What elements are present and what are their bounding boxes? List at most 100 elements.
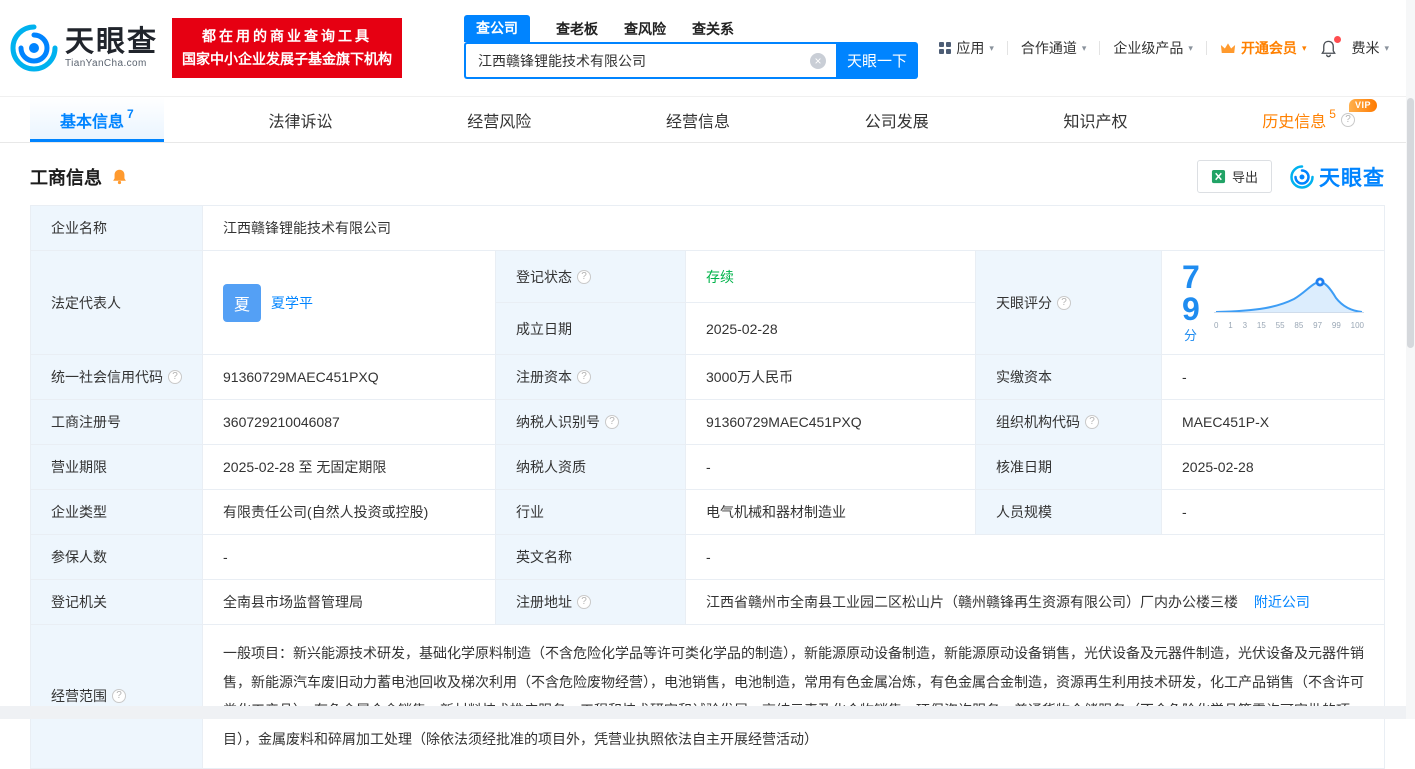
score-value: 79	[1182, 259, 1200, 327]
scrollbar[interactable]	[1406, 0, 1415, 719]
taxpayer-id-label-text: 纳税人识别号	[516, 414, 600, 430]
tab-company-development[interactable]: 公司发展	[835, 97, 959, 142]
tab-operating-info-label: 经营信息	[665, 113, 730, 131]
field-label-taxpayer-id: 纳税人识别号 ?	[495, 399, 686, 445]
table-row: 企业名称 江西赣锋锂能技术有限公司	[30, 205, 1385, 251]
org-code-label-text: 组织机构代码	[996, 414, 1080, 430]
help-icon[interactable]: ?	[577, 595, 591, 609]
nav-enterprise-label: 企业级产品	[1113, 40, 1184, 56]
field-label-company-name: 企业名称	[30, 205, 203, 251]
field-value-taxpayer-quality: -	[685, 444, 976, 490]
nav-open-vip[interactable]: 开通会员 ▾	[1220, 38, 1307, 58]
search-input-box[interactable]: ×	[464, 42, 837, 79]
chevron-down-icon: ▾	[1301, 42, 1307, 53]
promo-line-2: 国家中小企业发展子基金旗下机构	[182, 51, 393, 67]
vip-badge: VIP	[1348, 99, 1377, 112]
search-input[interactable]	[478, 52, 811, 69]
help-icon[interactable]: ?	[1057, 295, 1071, 310]
score-unit: 分	[1184, 328, 1198, 343]
top-header: 天眼查 TianYanCha.com 都在用的商业查询工具 国家中小企业发展子基…	[0, 0, 1415, 96]
nav-partner-label: 合作通道	[1020, 40, 1077, 56]
tab-company-development-label: 公司发展	[864, 113, 929, 131]
nav-divider	[1205, 41, 1207, 55]
nearby-companies-link[interactable]: 附近公司	[1254, 594, 1310, 610]
tab-operating-info[interactable]: 经营信息	[636, 97, 760, 142]
watermark-brand-text: 天眼查	[1319, 166, 1385, 190]
top-nav: 应用 ▾ 合作通道 ▾ 企业级产品 ▾ 开通会员 ▾ 费米 ▾	[939, 35, 1389, 58]
field-value-company-name: 江西赣锋锂能技术有限公司	[202, 205, 1385, 251]
field-label-company-type: 企业类型	[30, 489, 203, 535]
tyc-score-label-text: 天眼评分	[996, 294, 1052, 311]
field-value-english-name: -	[685, 534, 1385, 580]
scrollbar-thumb[interactable]	[1407, 98, 1414, 348]
table-row: 登记机关 全南县市场监督管理局 注册地址 ? 江西省赣州市全南县工业园二区松山片…	[30, 579, 1385, 625]
help-icon[interactable]: ?	[1340, 112, 1355, 127]
help-icon[interactable]: ?	[577, 269, 591, 284]
tab-legal-litigation-label: 法律诉讼	[268, 113, 333, 131]
tianyancha-logo-icon	[10, 24, 58, 72]
help-icon[interactable]: ?	[112, 689, 126, 704]
search-tab-risk[interactable]: 查风险	[624, 19, 666, 42]
nav-partner-channel[interactable]: 合作通道 ▾	[1021, 38, 1087, 58]
tab-basic-info[interactable]: 基本信息 7	[30, 97, 164, 142]
tianyancha-logo[interactable]: 天眼查 TianYanCha.com	[10, 24, 158, 72]
brand-domain: TianYanCha.com	[65, 58, 147, 70]
search-tab-boss[interactable]: 查老板	[556, 19, 598, 42]
help-icon[interactable]: ?	[605, 415, 619, 429]
nav-divider	[1006, 41, 1008, 55]
tab-intellectual-property[interactable]: 知识产权	[1034, 97, 1158, 142]
reg-status-label-text: 登记状态	[516, 268, 572, 285]
field-value-tyc-score: 79分 0 1 3 15 55 85 97 99 100	[1161, 250, 1385, 355]
search-button[interactable]: 天眼一下	[836, 42, 919, 79]
export-button[interactable]: 导出	[1196, 160, 1272, 193]
chevron-down-icon: ▾	[1188, 42, 1193, 53]
tab-operating-risk[interactable]: 经营风险	[437, 97, 561, 142]
field-label-taxpayer-quality: 纳税人资质	[495, 444, 686, 490]
legal-rep-avatar[interactable]: 夏	[223, 283, 261, 322]
tab-legal-litigation[interactable]: 法律诉讼	[238, 97, 362, 142]
field-value-industry: 电气机械和器材制造业	[685, 489, 976, 535]
field-label-english-name: 英文名称	[495, 534, 686, 580]
score-axis-ticks: 0 1 3 15 55 85 97 99 100	[1214, 321, 1364, 330]
field-label-staff-size: 人员规模	[975, 489, 1162, 535]
nav-vip-label: 开通会员	[1240, 40, 1297, 56]
tianyancha-watermark: 天眼查	[1290, 162, 1385, 192]
company-tabbar: 基本信息 7 法律诉讼 经营风险 经营信息 公司发展 知识产权 VIP 历史信息…	[0, 96, 1415, 143]
help-icon[interactable]: ?	[1085, 415, 1099, 429]
table-row: 法定代表人 夏 夏学平 登记状态 ? 存续 天眼评分 ? 79分 0 1 3 1…	[30, 250, 1385, 355]
notification-dot	[1334, 35, 1342, 43]
monitor-bell-icon[interactable]	[111, 168, 128, 185]
field-label-credit-code: 统一社会信用代码 ?	[30, 354, 203, 400]
field-label-tyc-score: 天眼评分 ?	[975, 250, 1162, 355]
search-tab-relation[interactable]: 查关系	[692, 19, 734, 42]
score-distribution-chart: 0 1 3 15 55 85 97 99 100	[1214, 275, 1364, 330]
nav-username: 费米	[1351, 40, 1380, 56]
nav-enterprise-products[interactable]: 企业级产品 ▾	[1113, 38, 1193, 58]
notification-bell[interactable]	[1319, 35, 1342, 58]
field-value-org-code: MAEC451P-X	[1161, 399, 1385, 445]
search-tab-company[interactable]: 查公司	[464, 15, 531, 42]
legal-rep-link[interactable]: 夏学平	[271, 293, 313, 313]
table-row: 工商注册号 360729210046087 纳税人识别号 ? 91360729M…	[30, 399, 1385, 445]
field-label-business-term: 营业期限	[30, 444, 203, 490]
nav-user[interactable]: 费米 ▾	[1351, 38, 1389, 58]
field-value-reg-status: 存续	[685, 250, 976, 303]
tab-operating-risk-label: 经营风险	[467, 113, 532, 131]
chevron-down-icon: ▾	[989, 42, 994, 53]
business-scope-label-text: 经营范围	[51, 688, 107, 705]
tab-basic-info-count: 7	[127, 106, 134, 121]
field-label-business-scope: 经营范围 ?	[30, 624, 203, 769]
table-row: 经营范围 ? 一般项目：新兴能源技术研发，基础化学原料制造（不含危险化学品等许可…	[30, 624, 1385, 769]
nav-apps[interactable]: 应用 ▾	[939, 38, 994, 58]
field-label-industry: 行业	[495, 489, 686, 535]
field-value-credit-code: 91360729MAEC451PXQ	[202, 354, 496, 400]
status-badge: 存续	[706, 268, 734, 285]
help-icon[interactable]: ?	[577, 370, 591, 384]
table-row: 参保人数 - 英文名称 -	[30, 534, 1385, 580]
tab-history-info[interactable]: VIP 历史信息 5 ?	[1232, 97, 1385, 142]
field-value-business-term: 2025-02-28 至 无固定期限	[202, 444, 496, 490]
watermark-logo-icon	[1290, 164, 1314, 189]
help-icon[interactable]: ?	[168, 370, 182, 384]
clear-icon[interactable]: ×	[810, 52, 827, 69]
search-area: 查公司 查老板 查风险 查关系 × 天眼一下	[464, 15, 919, 79]
